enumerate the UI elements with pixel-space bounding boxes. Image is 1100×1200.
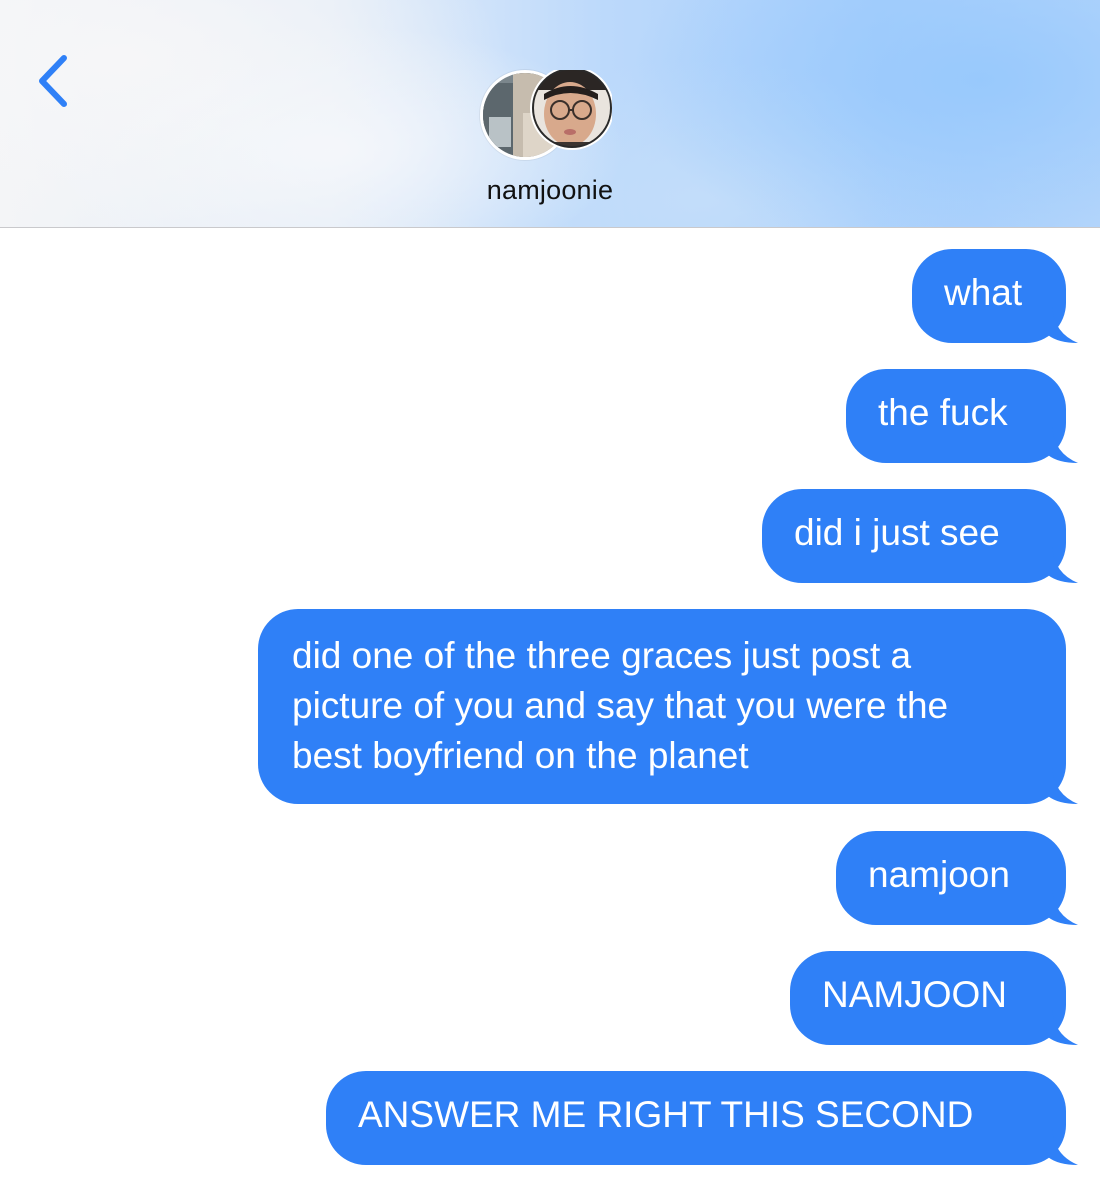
message-text: what: [944, 272, 1023, 313]
avatar-primary: [504, 70, 612, 154]
imessage-conversation-screen: namjoonie what the fuck did i just see d…: [0, 0, 1100, 1200]
message-text: ANSWER ME RIGHT THIS SECOND: [358, 1094, 974, 1135]
conversation-header: namjoonie: [0, 0, 1100, 228]
bubble-tail: [1048, 547, 1078, 583]
message-text: the fuck: [878, 392, 1008, 433]
chevron-left-icon: [39, 55, 67, 107]
sent-message-bubble[interactable]: did one of the three graces just post a …: [258, 609, 1078, 804]
back-button[interactable]: [28, 48, 84, 118]
sent-message-bubble[interactable]: what: [912, 249, 1078, 343]
sent-message-bubble[interactable]: NAMJOON: [790, 951, 1078, 1045]
contact-name[interactable]: namjoonie: [0, 175, 1100, 206]
bubble-tail: [1048, 768, 1078, 804]
message-list: what the fuck did i just see did one of …: [0, 228, 1100, 1200]
message-text: did one of the three graces just post a …: [292, 635, 949, 776]
message-text: namjoon: [868, 854, 1010, 895]
bubble-tail: [1048, 307, 1078, 343]
message-row: did i just see: [762, 489, 1078, 583]
bubble-tail: [1048, 427, 1078, 463]
sent-message-bubble[interactable]: did i just see: [762, 489, 1078, 583]
message-text: NAMJOON: [822, 974, 1007, 1015]
message-row: the fuck: [846, 369, 1078, 463]
message-text: did i just see: [794, 512, 1000, 553]
bubble-tail: [1048, 889, 1078, 925]
sent-message-bubble[interactable]: namjoon: [836, 831, 1078, 925]
bubble-tail: [1048, 1129, 1078, 1165]
message-row: ANSWER ME RIGHT THIS SECOND: [326, 1071, 1078, 1165]
message-row: namjoon: [836, 831, 1078, 925]
message-row: what: [912, 249, 1078, 343]
contact-avatar-group[interactable]: [480, 70, 622, 160]
message-row: NAMJOON: [790, 951, 1078, 1045]
sent-message-bubble[interactable]: ANSWER ME RIGHT THIS SECOND: [326, 1071, 1078, 1165]
message-row: did one of the three graces just post a …: [258, 609, 1078, 804]
bubble-tail: [1048, 1009, 1078, 1045]
sent-message-bubble[interactable]: the fuck: [846, 369, 1078, 463]
